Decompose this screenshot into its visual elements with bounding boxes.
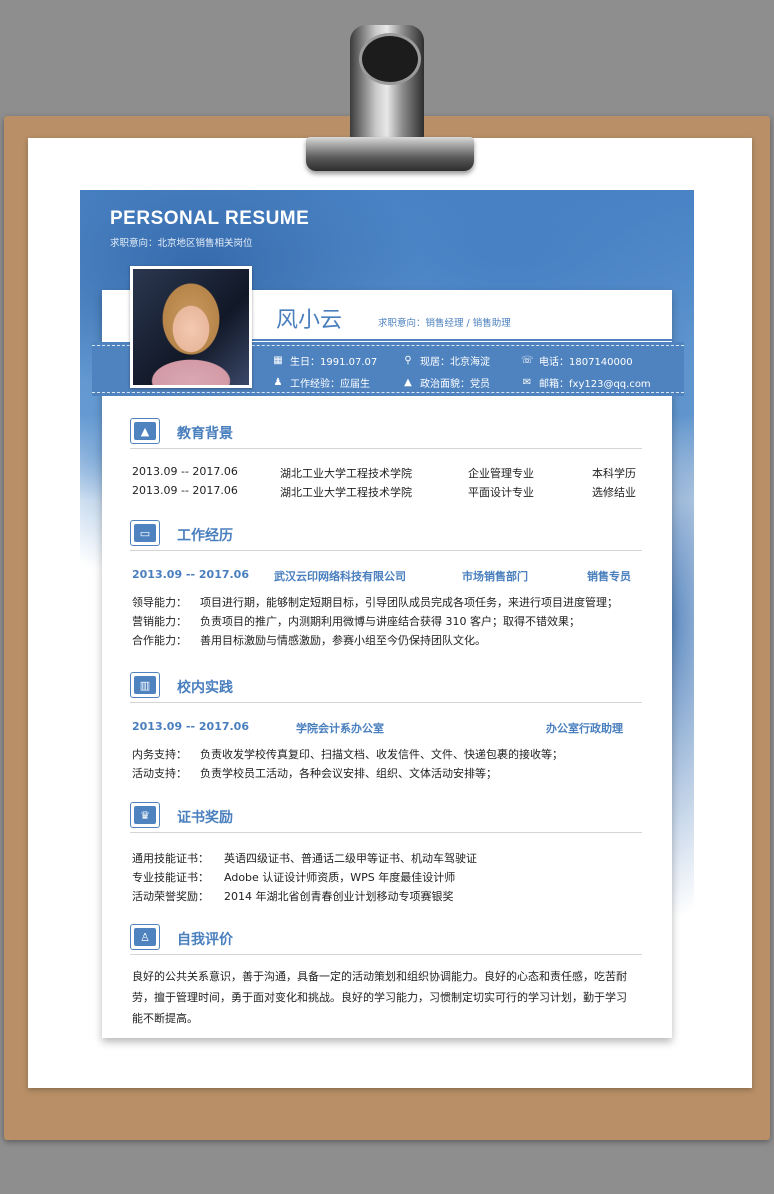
campus-position: 办公室行政助理 (546, 722, 623, 735)
info-birthday: ▦ 生日：1991.07.07 (272, 353, 377, 368)
section-title: 自我评价 (177, 932, 233, 948)
section-title: 校内实践 (177, 680, 233, 696)
binder-clip-base (306, 137, 474, 171)
info-birthday-text: 生日：1991.07.07 (290, 357, 378, 368)
line-label: 专业技能证书： (132, 871, 209, 884)
line-label: 通用技能证书： (132, 852, 209, 865)
edu-major: 平面设计专业 (468, 486, 534, 499)
edu-degree: 本科学历 (592, 467, 636, 480)
info-location-text: 现居：北京海淀 (420, 357, 490, 368)
section-title: 教育背景 (177, 426, 233, 442)
person-icon: ♙ (130, 924, 160, 950)
section-title: 证书奖励 (177, 810, 233, 826)
section-campus: ▥ 校内实践 (130, 670, 642, 703)
list-item: 活动荣誉奖励： 2014 年湖北省创青春创业计划移动专项赛银奖 (132, 888, 454, 904)
edu-school: 湖北工业大学工程技术学院 (280, 486, 412, 499)
resume-subtitle: 求职意向：北京地区销售相关岗位 (110, 238, 253, 249)
section-education: ▲ 教育背景 (130, 416, 642, 449)
work-department: 市场销售部门 (462, 570, 528, 583)
line-text: 英语四级证书、普通话二级甲等证书、机动车驾驶证 (224, 852, 477, 865)
section-work: ▭ 工作经历 (130, 518, 642, 551)
edu-date: 2013.09 -- 2017.06 (132, 465, 238, 478)
job-intent: 求职意向：销售经理 / 销售助理 (378, 318, 511, 329)
resume-page: PERSONAL RESUME 求职意向：北京地区销售相关岗位 风小云 求职意向… (80, 190, 694, 1054)
graduation-cap-icon: ▲ (404, 377, 412, 388)
line-text: 2014 年湖北省创青春创业计划移动专项赛银奖 (224, 890, 454, 903)
candidate-name: 风小云 (276, 308, 343, 333)
work-company: 武汉云印网络科技有限公司 (274, 570, 406, 583)
binder-clip-icon (350, 25, 424, 143)
info-email-text: 邮箱：fxy123@qq.com (539, 379, 651, 390)
edu-school: 湖北工业大学工程技术学院 (280, 467, 412, 480)
line-text: 负责项目的推广，内测期利用微博与讲座结合获得 310 客户；取得不错效果； (200, 615, 580, 628)
list-item: 领导能力： 项目进行期，能够制定短期目标，引导团队成员完成各项任务，来进行项目进度… (132, 594, 618, 610)
line-label: 活动荣誉奖励： (132, 890, 209, 903)
list-item: 合作能力： 善用目标激励与情感激励，参赛小组至今仍保持团队文化。 (132, 632, 486, 648)
work-position: 销售专员 (587, 570, 631, 583)
info-political-text: 政治面貌：党员 (420, 379, 490, 390)
edu-degree: 选修结业 (592, 486, 636, 499)
info-political: ▲ 政治面貌：党员 (402, 375, 490, 390)
section-awards: ♛ 证书奖励 (130, 800, 642, 833)
line-text: 善用目标激励与情感激励，参赛小组至今仍保持团队文化。 (200, 634, 486, 647)
avatar (130, 266, 252, 388)
line-text: Adobe 认证设计师资质，WPS 年度最佳设计师 (224, 871, 456, 884)
line-text: 负责收发学校传真复印、扫描文档、收发信件、文件、快递包裹的接收等； (200, 748, 563, 761)
line-label: 领导能力： (132, 596, 187, 609)
calendar-icon: ▦ (273, 355, 283, 366)
phone-icon: ☏ (521, 355, 534, 366)
info-experience: ♟ 工作经验：应届生 (272, 375, 370, 390)
id-card-icon: ▭ (130, 520, 160, 546)
edu-major: 企业管理专业 (468, 467, 534, 480)
list-item: 通用技能证书： 英语四级证书、普通话二级甲等证书、机动车驾驶证 (132, 850, 477, 866)
info-location: ⚲ 现居：北京海淀 (402, 353, 490, 368)
work-date: 2013.09 -- 2017.06 (132, 568, 249, 581)
graduation-cap-icon: ▲ (130, 418, 160, 444)
trophy-icon: ♛ (130, 802, 160, 828)
section-title: 工作经历 (177, 528, 233, 544)
list-item: 活动支持： 负责学校员工活动，各种会议安排、组织、文体活动安排等； (132, 765, 497, 781)
line-text: 项目进行期，能够制定短期目标，引导团队成员完成各项任务，来进行项目进度管理； (200, 596, 618, 609)
info-experience-text: 工作经验：应届生 (290, 379, 370, 390)
resume-title: PERSONAL RESUME (110, 208, 310, 229)
line-label: 活动支持： (132, 767, 187, 780)
campus-org: 学院会计系办公室 (296, 722, 384, 735)
line-label: 合作能力： (132, 634, 187, 647)
self-evaluation: 良好的公共关系意识，善于沟通，具备一定的活动策划和组织协调能力。良好的心态和责任… (132, 970, 627, 1025)
campus-date: 2013.09 -- 2017.06 (132, 720, 249, 733)
info-email: ✉ 邮箱：fxy123@qq.com (521, 375, 651, 390)
line-label: 内务支持： (132, 748, 187, 761)
list-item: 营销能力： 负责项目的推广，内测期利用微博与讲座结合获得 310 客户；取得不错效… (132, 613, 580, 629)
line-text: 负责学校员工活动，各种会议安排、组织、文体活动安排等； (200, 767, 497, 780)
info-phone-text: 电话：1807140000 (539, 357, 633, 368)
list-item: 专业技能证书： Adobe 认证设计师资质，WPS 年度最佳设计师 (132, 869, 455, 885)
chart-icon: ▥ (130, 672, 160, 698)
section-self: ♙ 自我评价 (130, 922, 642, 955)
edu-date: 2013.09 -- 2017.06 (132, 484, 238, 497)
mail-icon: ✉ (522, 377, 532, 388)
location-icon: ⚲ (404, 355, 412, 366)
info-phone: ☏ 电话：1807140000 (521, 353, 633, 368)
list-item: 内务支持： 负责收发学校传真复印、扫描文档、收发信件、文件、快递包裹的接收等； (132, 746, 563, 762)
line-label: 营销能力： (132, 615, 187, 628)
user-icon: ♟ (273, 377, 283, 388)
